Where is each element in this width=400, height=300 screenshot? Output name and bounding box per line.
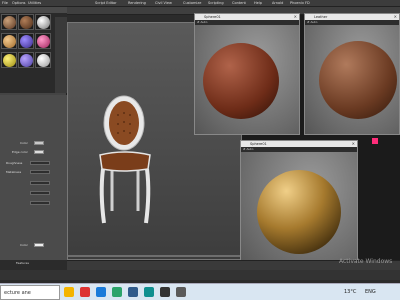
render-window-leather[interactable]: Leather ✕ # Auto <box>304 13 400 135</box>
menu-phoenix-fd[interactable]: Phoenix FD <box>290 1 310 5</box>
material-parameters: Color Edge color Roughness Metalness Col… <box>0 95 67 265</box>
menu-content[interactable]: Content <box>232 1 246 5</box>
activate-windows-watermark: Activate Windows <box>339 258 393 265</box>
edge-color-swatch[interactable] <box>34 150 44 154</box>
status-bar <box>0 270 400 280</box>
material-side-toolbar <box>55 17 67 93</box>
menu-options[interactable]: Options <box>12 1 26 5</box>
material-sphere-icon <box>37 35 50 48</box>
menu-civil-view[interactable]: Civil View <box>155 1 172 5</box>
material-slot[interactable] <box>1 14 17 30</box>
file-explorer-icon[interactable] <box>64 287 74 297</box>
material-slot[interactable] <box>35 33 51 49</box>
app-icon[interactable] <box>80 287 90 297</box>
value-spinner[interactable] <box>30 181 50 185</box>
material-slot[interactable] <box>1 33 17 49</box>
menu-bar: File Options Utilities Script Editor Ren… <box>0 0 400 7</box>
material-slot[interactable] <box>35 14 51 30</box>
render-preview <box>305 25 399 134</box>
menu-utilities[interactable]: Utilities <box>28 1 41 5</box>
menu-script-editor[interactable]: Script Editor <box>95 1 117 5</box>
metalness-spinner[interactable] <box>30 170 50 174</box>
material-slot[interactable] <box>18 52 34 68</box>
search-text: ecture ane <box>4 290 31 296</box>
browser-icon[interactable] <box>96 287 106 297</box>
param-label-edge-color: Edge color <box>12 150 28 154</box>
param-label-features: Features <box>16 261 29 265</box>
app-icon[interactable] <box>176 287 186 297</box>
material-slot[interactable] <box>18 14 34 30</box>
material-sphere-icon <box>3 16 16 29</box>
value-spinner[interactable] <box>30 191 50 195</box>
render-preview <box>195 25 299 134</box>
material-slot[interactable] <box>1 52 17 68</box>
param-label-roughness: Roughness <box>6 161 23 165</box>
textured-leather-sphere <box>319 41 397 119</box>
gold-sphere <box>257 170 341 254</box>
menu-arnold[interactable]: Arnold <box>272 1 283 5</box>
taskbar-search[interactable]: ecture ane <box>0 285 60 300</box>
param-label-color: Color <box>20 243 28 247</box>
3dsmax-icon[interactable] <box>144 287 154 297</box>
menu-scripting[interactable]: Scripting <box>208 1 224 5</box>
menu-file[interactable]: File <box>2 1 8 5</box>
material-sphere-icon <box>20 16 33 29</box>
app-icon[interactable] <box>128 287 138 297</box>
value-spinner[interactable] <box>30 201 50 205</box>
color-swatch[interactable] <box>34 243 44 247</box>
material-slot[interactable] <box>35 52 51 68</box>
material-editor-panel: Color Edge color Roughness Metalness Col… <box>0 7 67 265</box>
material-sphere-icon <box>3 54 16 67</box>
color-marker[interactable] <box>372 138 378 144</box>
weather-text[interactable]: 13°C <box>344 289 356 295</box>
param-label-color: Color <box>20 141 28 145</box>
render-window-sphere01[interactable]: Sphere01 ✕ # Auto <box>194 13 300 135</box>
material-sphere-icon <box>37 54 50 67</box>
material-sphere-icon <box>20 35 33 48</box>
leather-sphere <box>203 43 279 119</box>
render-preview <box>241 152 357 269</box>
color-swatch[interactable] <box>34 141 44 145</box>
language-indicator[interactable]: ENG <box>365 289 376 295</box>
windows-taskbar: ecture ane 13°C ENG <box>0 283 400 300</box>
param-label-metalness: Metalness <box>6 170 22 174</box>
menu-rendering[interactable]: Rendering <box>128 1 146 5</box>
menu-help[interactable]: Help <box>254 1 262 5</box>
menu-customize[interactable]: Customize <box>183 1 201 5</box>
material-sphere-icon <box>3 35 16 48</box>
app-window: File Options Utilities Script Editor Ren… <box>0 0 400 300</box>
material-sphere-icon <box>20 54 33 67</box>
app-icon[interactable] <box>160 287 170 297</box>
material-slot[interactable] <box>18 33 34 49</box>
render-window-sphere01-gold[interactable]: Sphere01 ✕ # Auto <box>240 140 358 270</box>
roughness-spinner[interactable] <box>30 161 50 165</box>
app-icon[interactable] <box>112 287 122 297</box>
material-sphere-icon <box>37 16 50 29</box>
